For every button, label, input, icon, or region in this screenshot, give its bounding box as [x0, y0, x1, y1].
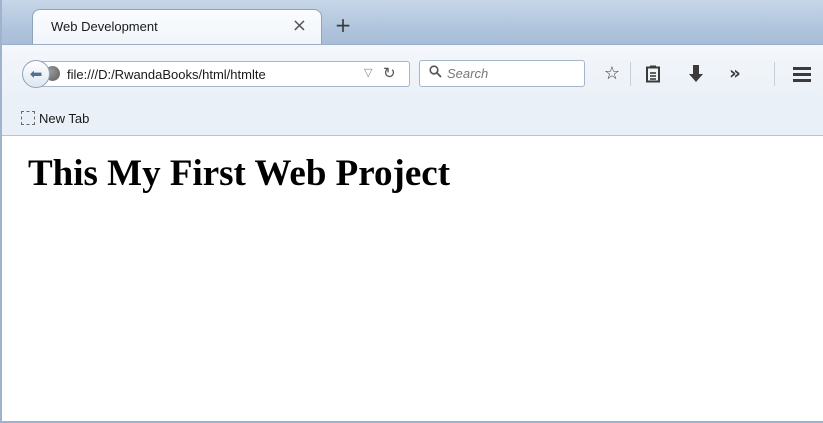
bookmark-new-tab[interactable]: New Tab [39, 111, 89, 126]
chevron-double-right-icon[interactable]: » [722, 61, 748, 87]
toolbar-separator [630, 62, 631, 86]
reload-icon[interactable]: ↻ [383, 64, 396, 82]
page-content: This My First Web Project [4, 136, 823, 421]
tab-web-development[interactable]: Web Development × [32, 9, 322, 44]
new-tab-bookmark-icon[interactable] [21, 111, 35, 125]
url-text[interactable]: file:///D:/RwandaBooks/html/htmlte [67, 67, 357, 82]
tab-title: Web Development [51, 19, 158, 34]
toolbar-separator [774, 62, 775, 86]
magnifier-icon [429, 65, 442, 82]
hamburger-menu-icon[interactable] [789, 61, 815, 87]
new-tab-button[interactable]: + [330, 13, 356, 37]
url-bar[interactable]: file:///D:/RwandaBooks/html/htmlte ▽ ↻ [32, 61, 410, 87]
download-arrow-icon[interactable] [683, 61, 709, 87]
navigation-toolbar: file:///D:/RwandaBooks/html/htmlte ▽ ↻ ⬅… [2, 44, 823, 102]
page-heading: This My First Web Project [28, 153, 451, 194]
browser-window: Web Development × + file:///D:/RwandaBoo… [0, 0, 823, 423]
dropdown-triangle-icon[interactable]: ▽ [364, 66, 372, 79]
search-placeholder: Search [447, 66, 489, 81]
tab-strip: Web Development × + [2, 0, 823, 44]
star-icon[interactable]: ☆ [599, 61, 625, 87]
close-tab-icon[interactable]: × [292, 16, 307, 36]
back-arrow-icon: ⬅ [29, 65, 43, 83]
search-input[interactable]: Search [419, 60, 585, 87]
bookmarks-toolbar: New Tab [2, 102, 823, 136]
back-button[interactable]: ⬅ [22, 60, 50, 88]
clipboard-icon[interactable] [640, 61, 666, 87]
